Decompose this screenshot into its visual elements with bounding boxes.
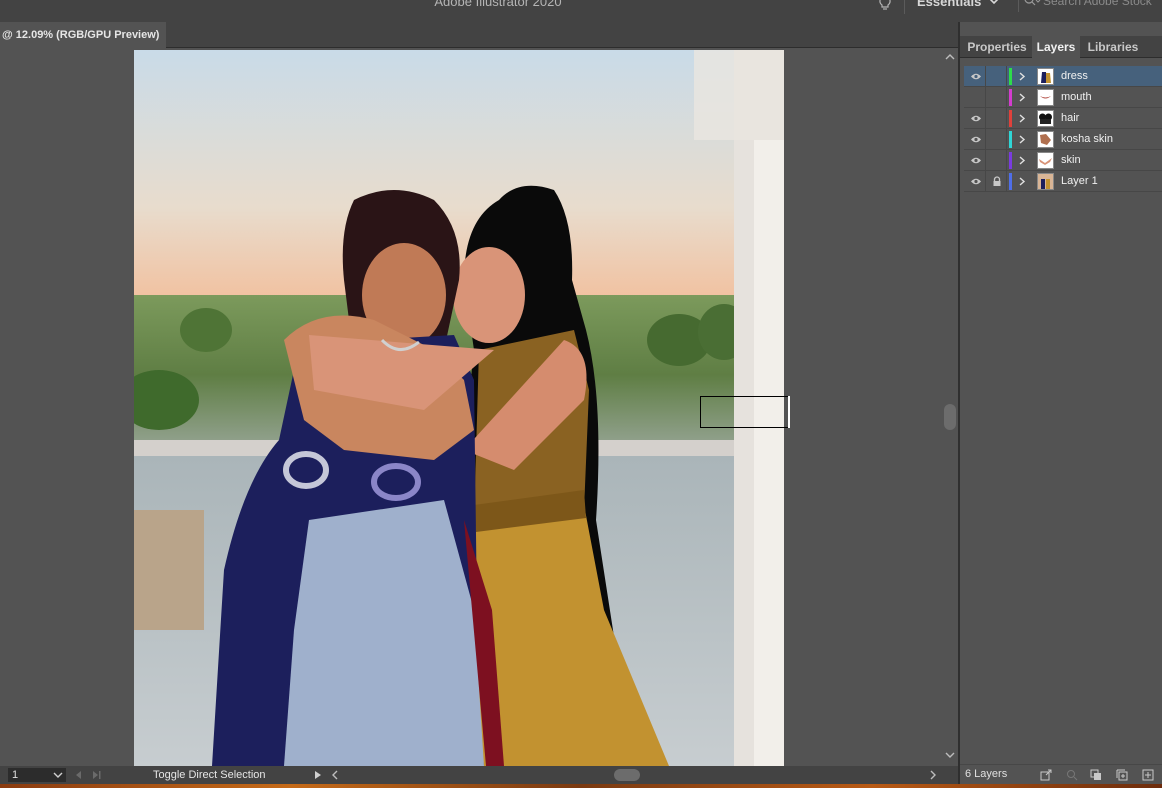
lightbulb-icon[interactable] [876, 0, 894, 12]
dock-strip [0, 784, 1162, 788]
layer-name[interactable]: kosha skin [1061, 129, 1113, 150]
status-menu-icon[interactable] [312, 769, 324, 781]
eye-icon [971, 157, 981, 164]
layer-count: 6 Layers [965, 768, 1008, 780]
lock-toggle[interactable] [987, 66, 1007, 87]
layer-color-swatch [1009, 152, 1012, 169]
visibility-toggle[interactable] [966, 108, 986, 129]
artboard-number-field[interactable]: 1 [8, 768, 50, 782]
layer-row-mouth[interactable]: mouth [964, 87, 1162, 108]
chevron-right-icon[interactable] [1017, 71, 1027, 82]
artboard[interactable] [134, 50, 784, 766]
vertical-scroll-thumb[interactable] [944, 404, 956, 430]
tab-layers[interactable]: Layers [1032, 36, 1080, 58]
lock-toggle[interactable] [987, 87, 1007, 108]
new-sublayer-icon[interactable] [1116, 769, 1128, 781]
scroll-down-icon[interactable] [945, 750, 955, 760]
layer-thumbnail [1037, 173, 1054, 190]
chevron-down-icon[interactable] [988, 0, 1000, 8]
lock-toggle[interactable] [987, 171, 1007, 192]
layer-thumbnail [1037, 152, 1054, 169]
lock-icon [993, 176, 1001, 186]
layer-name[interactable]: Layer 1 [1061, 171, 1098, 192]
tab-properties[interactable]: Properties [962, 36, 1032, 58]
stock-search [1018, 0, 1162, 12]
layer-color-swatch [1009, 110, 1012, 127]
last-artboard-icon[interactable] [90, 769, 102, 781]
panel-tabs: Properties Layers Libraries [960, 36, 1162, 58]
layer-color-swatch [1009, 68, 1012, 85]
lock-toggle[interactable] [987, 129, 1007, 150]
chevron-right-icon[interactable] [1017, 92, 1027, 103]
horizontal-scroll-thumb[interactable] [614, 769, 640, 781]
layers-panel: Properties Layers Libraries dress mouth [960, 22, 1162, 784]
layer-name[interactable]: skin [1061, 150, 1081, 171]
illustrator-window: Adobe Illustrator 2020 Essentials @ 12.0… [0, 0, 1162, 788]
layer-thumbnail [1037, 89, 1054, 106]
tab-libraries[interactable]: Libraries [1082, 36, 1144, 58]
stock-search-input[interactable] [1043, 0, 1161, 9]
eye-icon [971, 178, 981, 185]
layer-name[interactable]: hair [1061, 108, 1079, 129]
layers-panel-footer: 6 Layers [960, 764, 1162, 784]
previous-artboard-icon[interactable] [72, 769, 84, 781]
status-text: Toggle Direct Selection [153, 769, 266, 781]
eye-icon [971, 73, 981, 80]
window-title: Adobe Illustrator 2020 [434, 0, 562, 9]
visibility-toggle[interactable] [966, 171, 986, 192]
eye-icon [971, 136, 981, 143]
layer-thumbnail [1037, 110, 1054, 127]
scroll-right-icon[interactable] [928, 769, 938, 781]
artwork [134, 50, 784, 766]
chevron-right-icon[interactable] [1017, 134, 1027, 145]
canvas-area[interactable] [0, 48, 942, 766]
status-bar: 1 Toggle Direct Selection [0, 766, 958, 784]
scroll-up-icon[interactable] [945, 52, 955, 62]
layer-color-swatch [1009, 131, 1012, 148]
title-bar: Adobe Illustrator 2020 Essentials [0, 0, 1162, 22]
layer-thumbnail [1037, 68, 1054, 85]
layer-thumbnail [1037, 131, 1054, 148]
layer-row-hair[interactable]: hair [964, 108, 1162, 129]
eye-icon [971, 115, 981, 122]
layers-list: dress mouth hair kosha skin skin Layer 1 [964, 66, 1162, 192]
artboard-dropdown[interactable] [50, 768, 66, 782]
visibility-toggle[interactable] [966, 150, 986, 171]
layer-row-dress[interactable]: dress [964, 66, 1162, 87]
selection-rectangle[interactable] [700, 396, 790, 428]
layer-color-swatch [1009, 173, 1012, 190]
visibility-toggle[interactable] [966, 87, 986, 108]
search-icon[interactable] [1066, 769, 1078, 781]
workspace-switcher[interactable]: Essentials [917, 0, 981, 9]
clipping-mask-icon[interactable] [1090, 769, 1102, 781]
layer-row-skin[interactable]: skin [964, 150, 1162, 171]
lock-toggle[interactable] [987, 150, 1007, 171]
lock-toggle[interactable] [987, 108, 1007, 129]
document-tab[interactable]: @ 12.09% (RGB/GPU Preview) [0, 22, 166, 48]
skirt-left [284, 500, 484, 766]
scroll-left-icon[interactable] [330, 769, 340, 781]
chevron-right-icon[interactable] [1017, 176, 1027, 187]
workspace-divider [904, 0, 905, 14]
layer-name[interactable]: mouth [1061, 87, 1092, 108]
vertical-scrollbar[interactable] [942, 48, 958, 766]
face-right [453, 247, 525, 343]
search-icon[interactable] [1023, 0, 1041, 8]
chevron-right-icon[interactable] [1017, 113, 1027, 124]
visibility-toggle[interactable] [966, 66, 986, 87]
layer-row-kosha-skin[interactable]: kosha skin [964, 129, 1162, 150]
document-tab-strip: @ 12.09% (RGB/GPU Preview) [0, 22, 958, 48]
export-icon[interactable] [1040, 769, 1052, 781]
layer-name[interactable]: dress [1061, 66, 1088, 87]
chevron-down-icon [53, 772, 63, 778]
new-layer-icon[interactable] [1142, 769, 1154, 781]
visibility-toggle[interactable] [966, 129, 986, 150]
chevron-right-icon[interactable] [1017, 155, 1027, 166]
layer-color-swatch [1009, 89, 1012, 106]
layer-row-layer-1[interactable]: Layer 1 [964, 171, 1162, 192]
